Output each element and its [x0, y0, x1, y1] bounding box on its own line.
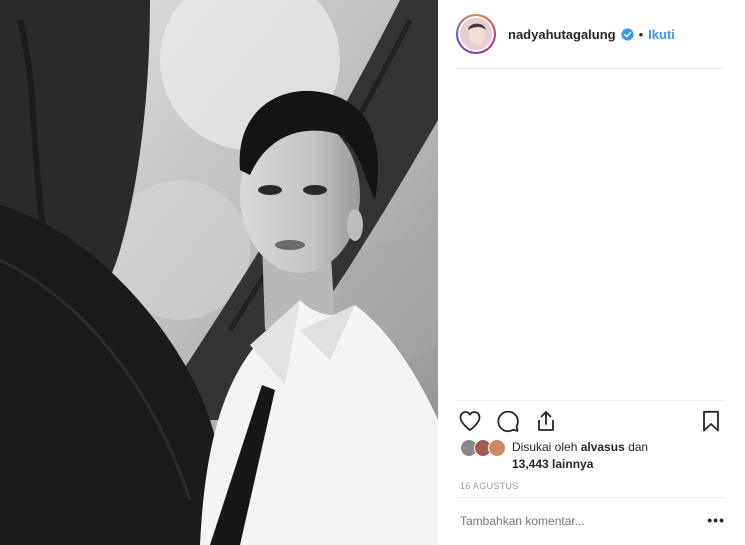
likes-count: 13,443: [512, 457, 549, 471]
like-button[interactable]: [456, 407, 484, 435]
comment-icon: [497, 410, 519, 433]
verified-badge-icon: [621, 27, 634, 41]
comments-divider: [456, 400, 725, 401]
likes-count-link[interactable]: 13,443 lainnya: [512, 457, 593, 471]
avatar-image: [460, 18, 492, 50]
post-photo[interactable]: [0, 0, 438, 545]
post-date[interactable]: 16 AGUSTUS: [460, 481, 519, 491]
likes-prefix: Disukai oleh: [512, 440, 581, 454]
post-actions: [456, 407, 725, 435]
share-icon: [538, 411, 554, 431]
liker-avatars[interactable]: [460, 439, 512, 457]
post-header: nadyahutagalung • Ikuti: [456, 12, 725, 56]
save-button[interactable]: [697, 407, 725, 435]
likes-suffix: lainnya: [548, 457, 594, 471]
comment-divider: [456, 497, 725, 498]
username-link[interactable]: nadyahutagalung: [508, 27, 616, 42]
more-options-button[interactable]: •••: [707, 512, 725, 528]
heart-icon: [459, 411, 481, 431]
post-side-panel: nadyahutagalung • Ikuti Disukai oleh alv…: [438, 0, 745, 545]
comment-button[interactable]: [494, 407, 522, 435]
photo-image: [0, 0, 438, 545]
share-button[interactable]: [532, 407, 560, 435]
likes-connector: dan: [624, 440, 649, 454]
bookmark-icon: [703, 410, 719, 432]
header-divider: [456, 68, 725, 69]
avatar[interactable]: [456, 14, 496, 54]
instagram-post: nadyahutagalung • Ikuti Disukai oleh alv…: [0, 0, 745, 545]
liked-by-user-link[interactable]: alvasus: [581, 440, 625, 454]
follow-button[interactable]: Ikuti: [648, 27, 675, 42]
likes-text: Disukai oleh alvasus dan 13,443 lainnya: [512, 439, 648, 473]
header-separator: •: [638, 26, 644, 42]
liker-avatar: [488, 439, 506, 457]
likes-section: Disukai oleh alvasus dan 13,443 lainnya: [460, 439, 725, 473]
comment-input[interactable]: [460, 514, 690, 528]
